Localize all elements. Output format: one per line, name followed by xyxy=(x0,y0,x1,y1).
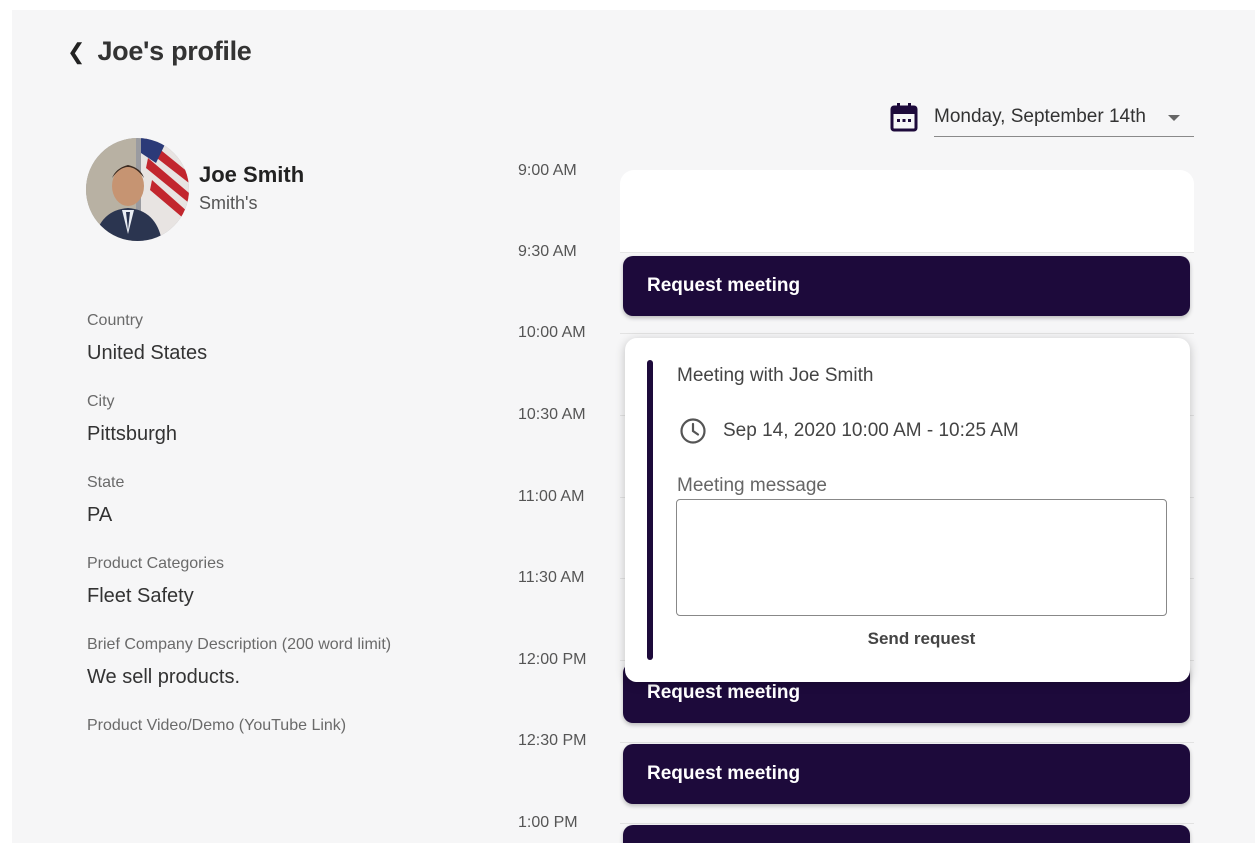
field-value: Fleet Safety xyxy=(87,585,194,607)
avatar-image xyxy=(86,138,189,241)
field-label: State xyxy=(87,474,125,491)
avatar xyxy=(86,138,189,241)
field-product-video: Product Video/Demo (YouTube Link) xyxy=(87,717,447,735)
request-meeting-button[interactable]: Request meeting xyxy=(623,256,1190,316)
field-value: United States xyxy=(87,342,208,364)
time-label: 12:30 PM xyxy=(518,732,587,749)
field-label: Product Categories xyxy=(87,555,224,572)
chevron-left-icon[interactable]: ❮ xyxy=(67,40,85,63)
time-label: 1:00 PM xyxy=(518,814,578,831)
meeting-message-input[interactable] xyxy=(676,499,1167,616)
send-request-button[interactable]: Send request xyxy=(676,628,1167,650)
time-label: 12:00 PM xyxy=(518,651,587,668)
time-label: 11:30 AM xyxy=(518,569,585,586)
date-select[interactable]: Monday, September 14th xyxy=(934,98,1194,137)
time-label: 9:30 AM xyxy=(518,243,577,260)
meeting-request-popup: Meeting with Joe Smith Sep 14, 2020 10:0… xyxy=(625,338,1190,682)
field-value: We sell products. xyxy=(87,666,241,688)
page-title: Joe's profile xyxy=(97,36,252,66)
field-state: State PA xyxy=(87,474,447,527)
field-label: Product Video/Demo (YouTube Link) xyxy=(87,717,347,734)
field-value: Pittsburgh xyxy=(87,423,178,445)
field-company-description: Brief Company Description (200 word limi… xyxy=(87,636,447,689)
field-country: Country United States xyxy=(87,312,447,365)
selected-date: Monday, September 14th xyxy=(934,105,1146,127)
clock-icon xyxy=(680,418,706,444)
time-slot-empty[interactable] xyxy=(620,170,1194,253)
meeting-message-label: Meeting message xyxy=(677,475,827,496)
field-value: PA xyxy=(87,504,113,526)
slot-divider xyxy=(620,823,1194,824)
field-city: City Pittsburgh xyxy=(87,393,447,446)
slot-divider xyxy=(620,742,1194,743)
request-meeting-button[interactable]: Request meeting xyxy=(623,825,1190,843)
page-header: ❮ Joe's profile xyxy=(67,36,252,67)
date-picker: Monday, September 14th xyxy=(890,98,1194,137)
popup-title: Meeting with Joe Smith xyxy=(677,365,874,386)
profile-company: Smith's xyxy=(199,193,258,213)
caret-down-icon xyxy=(1168,115,1180,121)
time-label: 9:00 AM xyxy=(518,162,577,179)
calendar-icon[interactable] xyxy=(890,102,918,132)
request-meeting-button[interactable]: Request meeting xyxy=(623,744,1190,804)
accent-bar xyxy=(647,360,653,660)
slot-divider xyxy=(620,333,1194,334)
field-product-categories: Product Categories Fleet Safety xyxy=(87,555,447,608)
time-label: 11:00 AM xyxy=(518,488,585,505)
meeting-time-range: Sep 14, 2020 10:00 AM - 10:25 AM xyxy=(723,420,1019,441)
field-label: Country xyxy=(87,312,144,329)
time-label: 10:00 AM xyxy=(518,324,586,341)
field-label: City xyxy=(87,393,115,410)
time-label: 10:30 AM xyxy=(518,406,586,423)
field-label: Brief Company Description (200 word limi… xyxy=(87,636,392,653)
profile-name: Joe Smith xyxy=(199,162,305,187)
app-frame: ❮ Joe's profile Monday, September 14th J… xyxy=(12,10,1255,843)
profile-details: Country United States City Pittsburgh St… xyxy=(87,312,447,763)
